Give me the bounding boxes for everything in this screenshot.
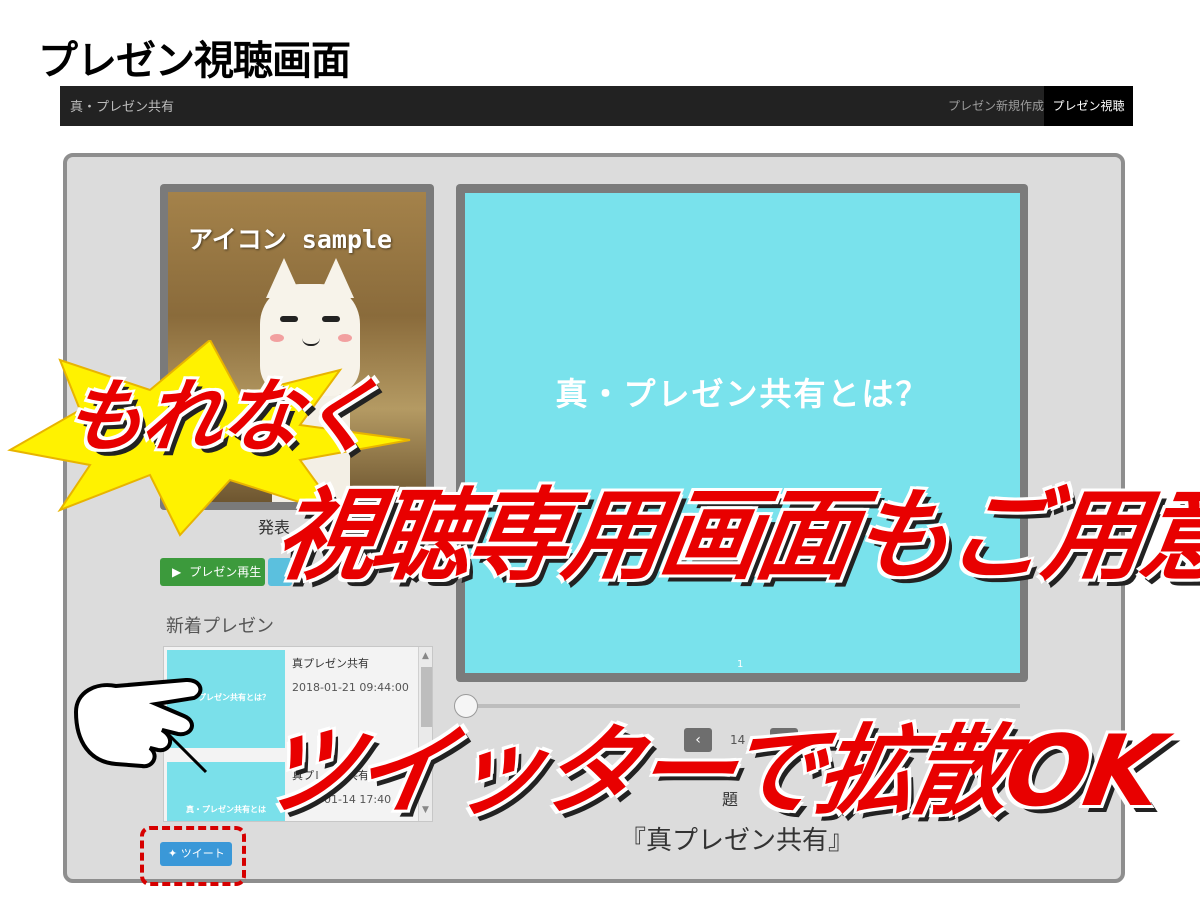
slide-title: 真・プレゼン共有とは？ <box>555 375 930 413</box>
brand-link[interactable]: 真・プレゼン共有 <box>70 96 174 115</box>
nav-create-presentation[interactable]: プレゼン新規作成 <box>948 86 1044 126</box>
pointing-hand-icon <box>73 677 208 774</box>
promo-text-line1: もれなく <box>58 370 384 463</box>
play-presentation-button[interactable]: ▶ プレゼン再生 <box>160 558 265 586</box>
promo-text-line3: ツイッターで拡散OK <box>250 715 1168 829</box>
slide-canvas: 真・プレゼン共有とは？ 1 <box>465 193 1020 673</box>
page-heading: プレゼン視聴画面 <box>38 38 351 84</box>
tweet-highlight-box <box>140 826 246 886</box>
scroll-up-icon[interactable]: ▲ <box>422 651 429 661</box>
list-item-title[interactable]: 真プレゼン共有 <box>292 655 369 671</box>
top-navbar: 真・プレゼン共有 プレゼン新規作成 プレゼン視聴 <box>60 86 1133 126</box>
promo-text-line2: 視聴専用画面もご用意！！ <box>268 477 1200 594</box>
play-icon: ▶ <box>172 565 182 579</box>
icon-caption: アイコン sample <box>188 225 393 254</box>
slide-page-number: 1 <box>737 659 744 670</box>
play-button-label: プレゼン再生 <box>189 565 262 579</box>
cat-eye <box>280 316 298 322</box>
cat-eye <box>322 316 340 322</box>
nav-view-presentation[interactable]: プレゼン視聴 <box>1044 86 1133 126</box>
new-presentations-heading: 新着プレゼン <box>166 616 274 637</box>
